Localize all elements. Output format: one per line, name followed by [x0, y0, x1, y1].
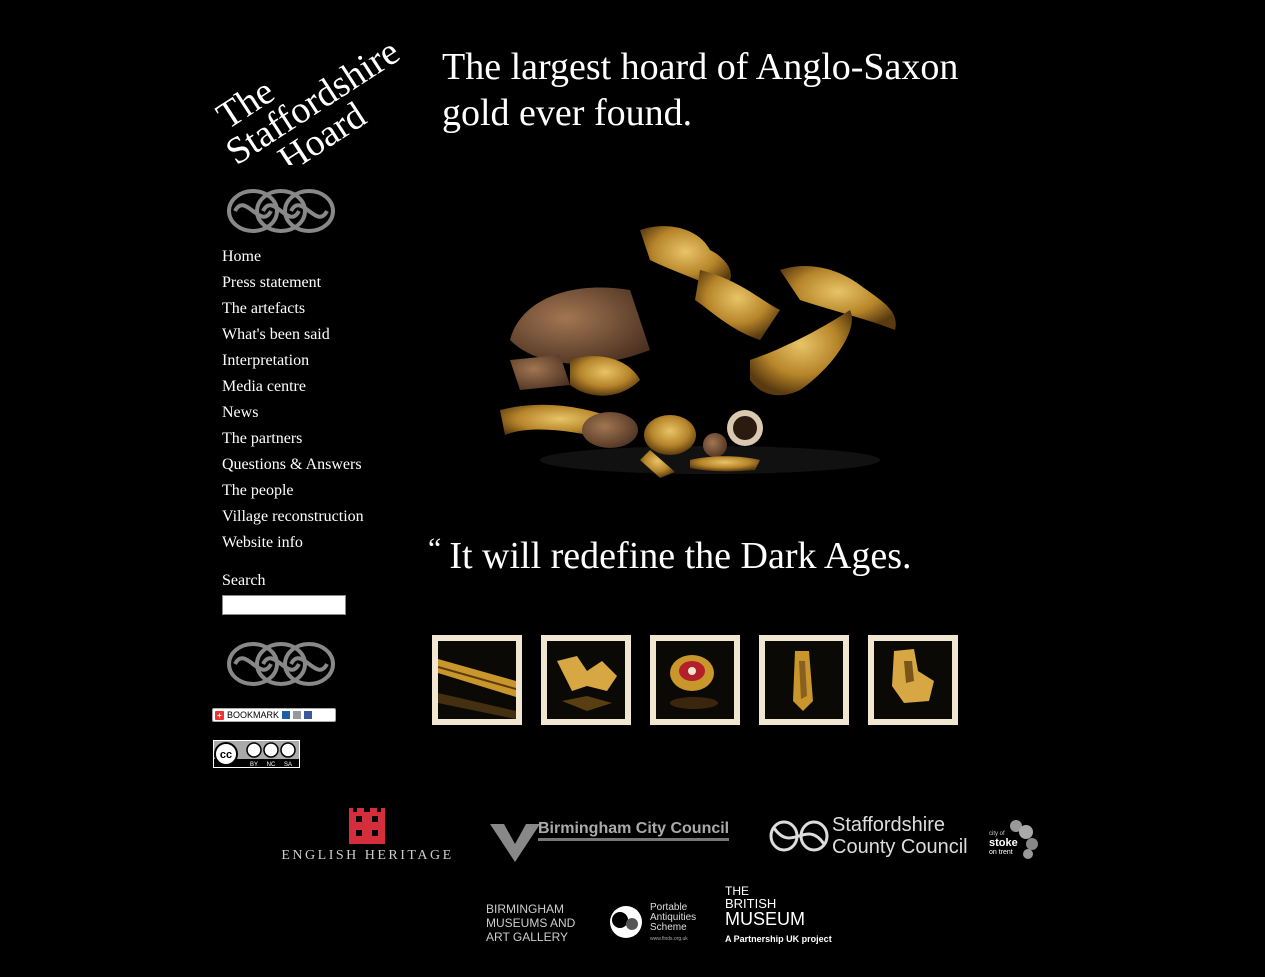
english-heritage-label: ENGLISH HERITAGE [281, 848, 454, 863]
plus-icon: + [215, 710, 224, 720]
scc-line-1: Staffordshire [832, 814, 946, 836]
cc-sa-label: SA [284, 762, 292, 767]
bmag-line-1: BIRMINGHAM [486, 902, 564, 916]
bmag-line-3: ART GALLERY [486, 930, 569, 944]
portcullis-icon [349, 808, 385, 844]
thumb-gold-piece[interactable] [868, 635, 958, 725]
quote-mark: “ [428, 532, 442, 565]
digg-icon [293, 711, 302, 719]
quote-text: It will redefine the Dark Ages. [449, 535, 912, 577]
nav-news[interactable]: News [222, 400, 364, 426]
site-logo[interactable]: The Staffordshire Hoard [205, 5, 425, 181]
nav-artefacts[interactable]: The artefacts [222, 296, 364, 322]
thumb-sword-fitting[interactable] [432, 635, 522, 725]
cc-license-badge[interactable]: cc BY NC SA [213, 740, 300, 768]
portable-antiquities-logo[interactable]: Portable Antiquities Scheme www.finds.or… [606, 902, 716, 947]
pas-url: www.finds.org.uk [650, 936, 688, 942]
headline: The largest hoard of Anglo-Saxon gold ev… [442, 44, 1042, 136]
cc-by-label: BY [250, 762, 258, 767]
bmag-line-2: MUSEUMS AND [486, 916, 576, 930]
stoke-big-label: stoke [989, 837, 1018, 849]
nav-partners[interactable]: The partners [222, 426, 364, 452]
bm-tagline: A Partnership UK project [725, 934, 832, 944]
nav-website-info[interactable]: Website info [222, 530, 364, 556]
facebook-icon [304, 711, 313, 719]
nav-press-statement[interactable]: Press statement [222, 270, 364, 296]
cc-symbol: cc [220, 749, 232, 761]
celtic-knot-icon [225, 185, 337, 237]
pas-text: Portable Antiquities Scheme [650, 903, 696, 933]
hoard-photo [500, 210, 920, 480]
thumb-garnet-mount[interactable] [650, 635, 740, 725]
search-label: Search [222, 572, 266, 589]
british-museum-logo[interactable]: THE BRITISH MUSEUM A Partnership UK proj… [725, 885, 855, 944]
delicious-icon [282, 711, 291, 719]
search-input[interactable] [222, 595, 346, 615]
birmingham-museums-logo[interactable]: BIRMINGHAM MUSEUMS AND ART GALLERY [486, 902, 586, 944]
bcc-label: Birmingham City Council [538, 820, 730, 841]
headline-line-1: The largest hoard of Anglo-Saxon [442, 46, 959, 88]
nav-media-centre[interactable]: Media centre [222, 374, 364, 400]
celtic-knot-icon [225, 638, 337, 690]
english-heritage-logo[interactable]: ENGLISH HERITAGE [265, 808, 470, 868]
scc-line-2: County Council [832, 836, 968, 858]
bookmark-button[interactable]: + BOOKMARK [212, 708, 336, 722]
nav-questions-answers[interactable]: Questions & Answers [222, 452, 364, 478]
cc-nc-label: NC [267, 762, 276, 767]
pas-line-3: Scheme [650, 922, 687, 933]
nav-people[interactable]: The people [222, 478, 364, 504]
staffordshire-county-council-logo[interactable]: Staffordshire County Council [768, 812, 968, 862]
nav-whats-been-said[interactable]: What's been said [222, 322, 364, 348]
pas-emblem-icon [610, 906, 642, 938]
thumbnail-strip [432, 635, 958, 725]
bookmark-label: BOOKMARK [227, 710, 280, 720]
birmingham-city-council-logo[interactable]: Birmingham City Council [490, 820, 745, 864]
main-nav: Home Press statement The artefacts What'… [222, 244, 364, 556]
nav-village-reconstruction[interactable]: Village reconstruction [222, 504, 364, 530]
stoke-sub-label: on trent [989, 849, 1013, 856]
bcc-chevron-icon [490, 824, 540, 862]
stoke-on-trent-logo[interactable]: city of stoke on trent [986, 818, 1046, 864]
quote: “It will redefine the Dark Ages. [428, 532, 912, 578]
nav-interpretation[interactable]: Interpretation [222, 348, 364, 374]
nav-home[interactable]: Home [222, 244, 364, 270]
stafford-knot-icon [769, 820, 829, 852]
bm-line-3: MUSEUM [725, 909, 805, 929]
headline-line-2: gold ever found. [442, 92, 693, 134]
thumb-hilt-fitting[interactable] [759, 635, 849, 725]
thumb-gold-fragment[interactable] [541, 635, 631, 725]
